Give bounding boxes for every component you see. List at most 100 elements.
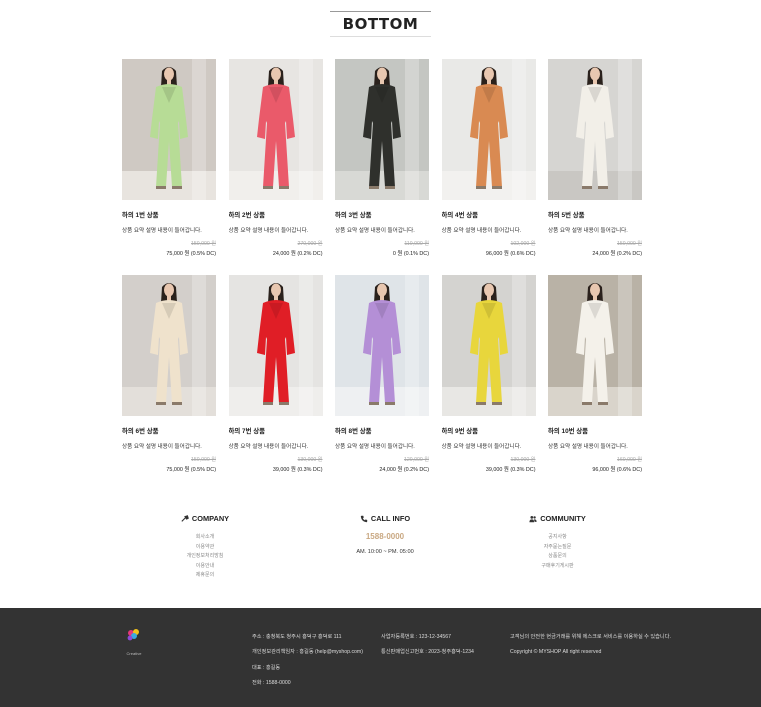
community-info: COMMUNITY 공지사항 자주묻는질문 상품문의 구매후기게시판 xyxy=(520,514,595,571)
product-image[interactable] xyxy=(548,59,642,200)
product-photo-figure xyxy=(122,59,216,200)
product-card[interactable]: 하의 6번 상품 상품 요약 설명 내용이 들어갑니다. 150,000 원 7… xyxy=(122,275,216,473)
product-image[interactable] xyxy=(335,275,429,416)
footer-copyright-column: 고객님의 안전한 현금거래를 위해 에스크로 서비스를 이용하실 수 있습니다.… xyxy=(510,634,671,665)
product-photo-figure xyxy=(548,275,642,416)
product-name[interactable]: 하의 10번 상품 xyxy=(548,426,642,435)
product-description: 상품 요약 설명 내용이 들어갑니다. xyxy=(441,228,522,234)
company-link[interactable]: 개인정보처리방침 xyxy=(170,552,240,562)
company-link[interactable]: 회사소개 xyxy=(170,533,240,543)
product-image[interactable] xyxy=(441,59,536,200)
product-original-price: 150,000 원 xyxy=(191,457,216,463)
product-description: 상품 요약 설명 내용이 들어갑니다. xyxy=(335,228,415,234)
call-number[interactable]: 1588-0000 xyxy=(335,532,435,541)
product-photo-figure xyxy=(441,275,536,416)
community-link[interactable]: 상품문의 xyxy=(520,552,595,562)
footer-business-column: 사업자등록번호 : 123-12-34567 통신판매업신고번호 : 2023-청… xyxy=(381,634,474,665)
product-image[interactable] xyxy=(335,59,429,200)
call-heading: CALL INFO xyxy=(335,514,435,523)
product-name[interactable]: 하의 6번 상품 xyxy=(122,426,216,435)
site-footer: Creative 주소 : 충청북도 청주시 흥덕구 흥덕로 111 개인정보관리… xyxy=(0,608,761,707)
company-info: COMPANY 회사소개 이용약관 개인정보처리방침 이용안내 제휴문의 xyxy=(170,514,240,581)
company-links: 회사소개 이용약관 개인정보처리방침 이용안내 제휴문의 xyxy=(170,533,240,581)
company-link[interactable]: 제휴문의 xyxy=(170,571,240,581)
product-description: 상품 요약 설명 내용이 들어갑니다. xyxy=(228,228,309,234)
product-original-price: 160,000 원 xyxy=(617,457,642,463)
footer-text: 주소 : 충청북도 청주시 흥덕구 흥덕로 111 xyxy=(252,634,342,640)
product-name[interactable]: 하의 9번 상품 xyxy=(442,426,536,435)
product-description: 상품 요약 설명 내용이 들어갑니다. xyxy=(122,444,202,450)
brand-name: Creative xyxy=(126,651,142,656)
product-row: 하의 1번 상품 상품 요약 설명 내용이 들어갑니다. 150,000 원 7… xyxy=(122,59,642,257)
product-sale-price: 96,000 원 (0.6% DC) xyxy=(592,467,642,473)
product-sale-price: 39,000 원 (0.3% DC) xyxy=(485,467,536,473)
footer-text: Copyright © MYSHOP All right reserved xyxy=(510,649,602,656)
product-card[interactable]: 하의 5번 상품 상품 요약 설명 내용이 들어갑니다. 150,000 원 2… xyxy=(548,59,642,257)
product-name[interactable]: 하의 1번 상품 xyxy=(122,210,216,219)
section-title: BOTTOM xyxy=(342,15,419,33)
product-name[interactable]: 하의 8번 상품 xyxy=(335,426,429,435)
product-sale-price: 39,000 원 (0.3% DC) xyxy=(272,467,323,473)
footer-text: 사업자등록번호 : 123-12-34567 xyxy=(381,634,452,640)
product-description: 상품 요약 설명 내용이 들어갑니다. xyxy=(548,228,628,234)
product-photo-figure xyxy=(335,59,429,200)
product-original-price: 120,000 원 xyxy=(404,457,429,463)
phone-icon xyxy=(360,515,368,522)
product-image[interactable] xyxy=(441,275,536,416)
product-image[interactable] xyxy=(122,275,216,416)
product-sale-price: 24,000 원 (0.2% DC) xyxy=(592,251,642,257)
users-icon xyxy=(529,515,537,522)
product-original-price: 130,000 원 xyxy=(297,457,323,463)
product-name[interactable]: 하의 3번 상품 xyxy=(335,210,429,219)
footer-text: 전화 : 1588-0000 xyxy=(252,679,291,686)
product-card[interactable]: 하의 8번 상품 상품 요약 설명 내용이 들어갑니다. 120,000 원 2… xyxy=(335,275,429,473)
brand-logo[interactable]: Creative xyxy=(122,626,146,656)
product-name[interactable]: 하의 2번 상품 xyxy=(229,210,323,219)
product-sale-price: 75,000 원 (0.5% DC) xyxy=(166,467,216,473)
product-photo-figure xyxy=(548,59,642,200)
product-card[interactable]: 하의 7번 상품 상품 요약 설명 내용이 들어갑니다. 130,000 원 3… xyxy=(228,275,323,473)
company-heading: COMPANY xyxy=(170,514,240,523)
product-description: 상품 요약 설명 내용이 들어갑니다. xyxy=(548,444,628,450)
product-image[interactable] xyxy=(548,275,642,416)
product-name[interactable]: 하의 7번 상품 xyxy=(229,426,323,435)
product-card[interactable]: 하의 9번 상품 상품 요약 설명 내용이 들어갑니다. 130,000 원 3… xyxy=(441,275,536,473)
product-sale-price: 96,000 원 (0.6% DC) xyxy=(485,251,536,257)
community-link[interactable]: 공지사항 xyxy=(520,533,595,543)
product-image[interactable] xyxy=(122,59,216,200)
product-original-price: 150,000 원 xyxy=(617,241,642,247)
product-photo-figure xyxy=(228,275,323,416)
brand-logo-icon xyxy=(127,629,139,641)
company-link[interactable]: 이용약관 xyxy=(170,543,240,553)
footer-address-column: 주소 : 충청북도 청주시 흥덕구 흥덕로 111 개인정보관리책임자 : 홍길동… xyxy=(252,634,363,695)
product-card[interactable]: 하의 10번 상품 상품 요약 설명 내용이 들어갑니다. 160,000 원 … xyxy=(548,275,642,473)
product-sale-price: 24,000 원 (0.2% DC) xyxy=(379,467,429,473)
community-links: 공지사항 자주묻는질문 상품문의 구매후기게시판 xyxy=(520,533,595,571)
product-description: 상품 요약 설명 내용이 들어갑니다. xyxy=(441,444,522,450)
footer-text: 고객님의 안전한 현금거래를 위해 에스크로 서비스를 이용하실 수 있습니다. xyxy=(510,634,671,640)
product-card[interactable]: 하의 4번 상품 상품 요약 설명 내용이 들어갑니다. 102,000 원 9… xyxy=(441,59,536,257)
product-photo-figure xyxy=(122,275,216,416)
product-image[interactable] xyxy=(228,59,323,200)
product-name[interactable]: 하의 4번 상품 xyxy=(442,210,536,219)
product-card[interactable]: 하의 1번 상품 상품 요약 설명 내용이 들어갑니다. 150,000 원 7… xyxy=(122,59,216,257)
product-card[interactable]: 하의 3번 상품 상품 요약 설명 내용이 들어갑니다. 110,000 원 0… xyxy=(335,59,429,257)
product-photo-figure xyxy=(228,59,323,200)
company-link[interactable]: 이용안내 xyxy=(170,562,240,572)
product-sale-price: 75,000 원 (0.5% DC) xyxy=(166,251,216,257)
product-image[interactable] xyxy=(228,275,323,416)
product-description: 상품 요약 설명 내용이 들어갑니다. xyxy=(228,444,309,450)
community-link[interactable]: 구매후기게시판 xyxy=(520,562,595,572)
product-sale-price: 24,000 원 (0.2% DC) xyxy=(272,251,323,257)
product-name[interactable]: 하의 5번 상품 xyxy=(548,210,642,219)
call-hours: AM. 10:00 ~ PM. 05:00 xyxy=(356,549,414,555)
footer-text: 대표 : 홍길동 xyxy=(252,664,281,671)
product-description: 상품 요약 설명 내용이 들어갑니다. xyxy=(335,444,415,450)
product-card[interactable]: 하의 2번 상품 상품 요약 설명 내용이 들어갑니다. 270,000 원 2… xyxy=(228,59,323,257)
product-photo-figure xyxy=(441,59,536,200)
community-heading: COMMUNITY xyxy=(520,514,595,523)
section-title-box: BOTTOM xyxy=(330,11,431,37)
community-link[interactable]: 자주묻는질문 xyxy=(520,543,595,553)
product-photo-figure xyxy=(335,275,429,416)
call-info: CALL INFO 1588-0000 AM. 10:00 ~ PM. 05:0… xyxy=(335,514,435,555)
